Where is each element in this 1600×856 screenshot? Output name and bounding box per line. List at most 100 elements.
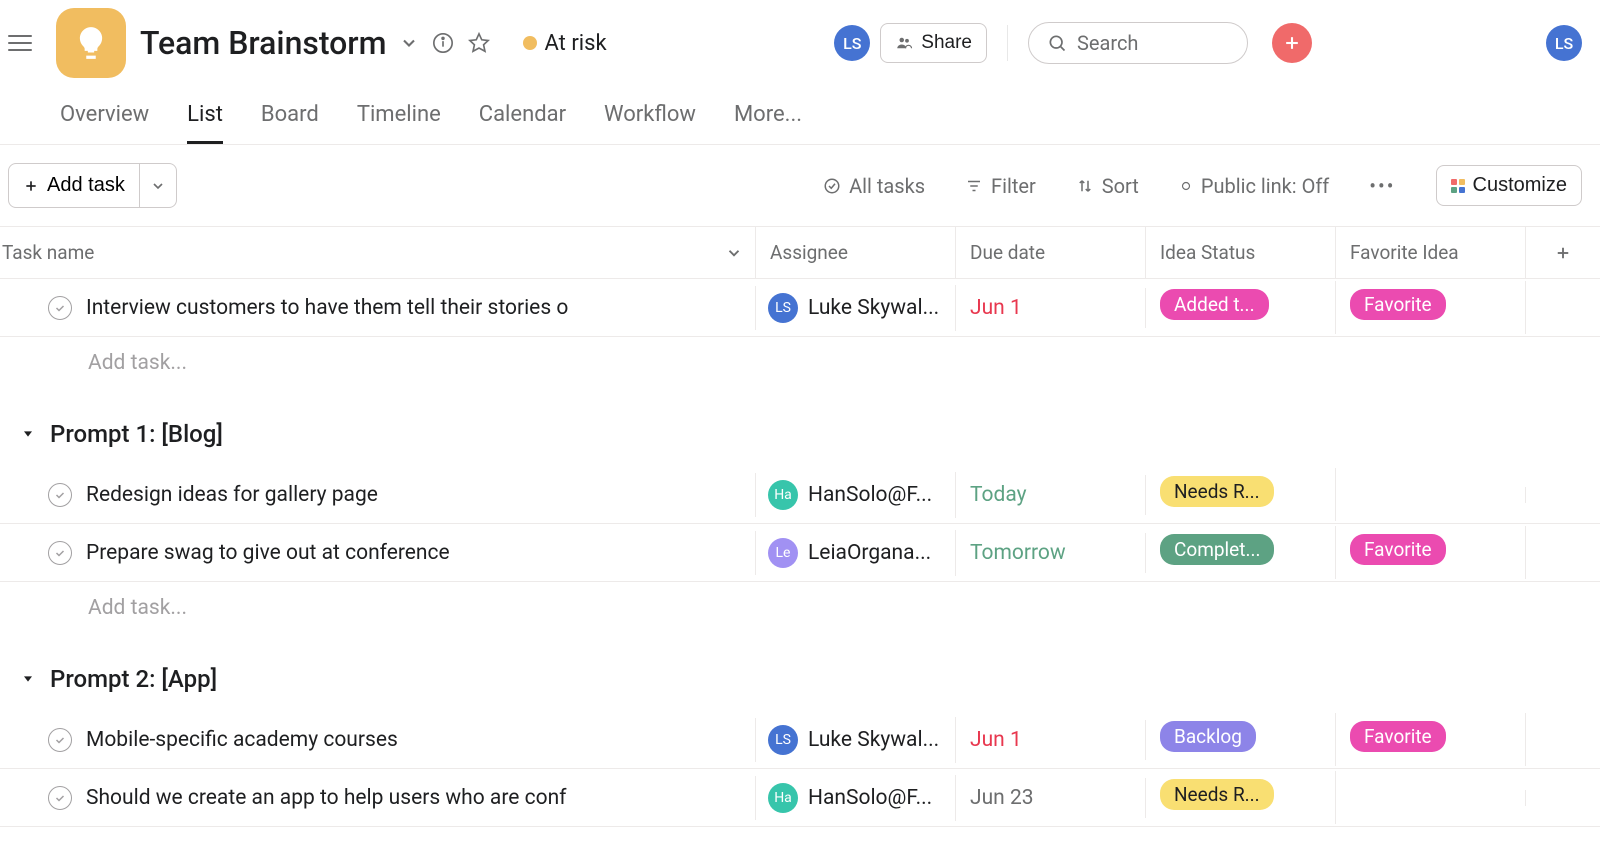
favorite-pill: Favorite: [1350, 721, 1446, 752]
public-link-toggle[interactable]: Public link: Off: [1179, 174, 1329, 198]
assignee-avatar: Ha: [768, 783, 798, 813]
tab-list[interactable]: List: [187, 102, 223, 144]
complete-task-icon[interactable]: [48, 786, 72, 810]
idea-status-pill: Backlog: [1160, 721, 1256, 752]
section-title: Prompt 1: [Blog]: [50, 420, 223, 448]
task-row[interactable]: Interview customers to have them tell th…: [0, 279, 1600, 337]
caret-down-icon: [20, 671, 36, 687]
due-date-cell[interactable]: Jun 1: [956, 720, 1146, 760]
user-avatar[interactable]: LS: [1546, 25, 1582, 61]
status-dot-icon: [523, 36, 537, 50]
view-tabs: Overview List Board Timeline Calendar Wo…: [0, 78, 1600, 145]
assignee-cell[interactable]: Ha HanSolo@F...: [756, 775, 956, 821]
task-row[interactable]: Should we create an app to help users wh…: [0, 769, 1600, 827]
idea-status-pill: Needs R...: [1160, 476, 1274, 507]
tab-more[interactable]: More...: [734, 102, 802, 144]
assignee-cell[interactable]: Ha HanSolo@F...: [756, 472, 956, 518]
caret-down-icon: [20, 426, 36, 442]
section-title: Prompt 2: [App]: [50, 665, 217, 693]
idea-status-cell[interactable]: Needs R...: [1146, 468, 1336, 521]
assignee-cell[interactable]: Le LeiaOrgana...: [756, 530, 956, 576]
tab-workflow[interactable]: Workflow: [604, 102, 696, 144]
grid-icon: [1451, 179, 1465, 193]
assignee-cell[interactable]: LS Luke Skywal...: [756, 285, 956, 331]
assignee-name: HanSolo@F...: [808, 786, 932, 810]
favorite-cell[interactable]: [1336, 790, 1526, 806]
due-date-cell[interactable]: Jun 1: [956, 288, 1146, 328]
task-row[interactable]: Prepare swag to give out at conference L…: [0, 524, 1600, 582]
favorite-pill: Favorite: [1350, 289, 1446, 320]
tab-timeline[interactable]: Timeline: [357, 102, 441, 144]
info-icon[interactable]: [431, 31, 455, 55]
column-assignee[interactable]: Assignee: [756, 227, 956, 278]
tab-board[interactable]: Board: [261, 102, 319, 144]
filter-button[interactable]: Filter: [965, 174, 1036, 198]
search-input[interactable]: Search: [1028, 22, 1248, 64]
favorite-cell[interactable]: Favorite: [1336, 713, 1526, 766]
task-row[interactable]: Redesign ideas for gallery page Ha HanSo…: [0, 466, 1600, 524]
task-name: Interview customers to have them tell th…: [86, 296, 568, 320]
column-task-name[interactable]: Task name: [0, 227, 756, 278]
task-name: Redesign ideas for gallery page: [86, 483, 378, 507]
tab-overview[interactable]: Overview: [60, 102, 149, 144]
assignee-name: LeiaOrgana...: [808, 541, 931, 565]
star-icon[interactable]: [467, 31, 491, 55]
project-icon: [56, 8, 126, 78]
idea-status-pill: Needs R...: [1160, 779, 1274, 810]
favorite-pill: Favorite: [1350, 534, 1446, 565]
assignee-avatar: Le: [768, 538, 798, 568]
complete-task-icon[interactable]: [48, 296, 72, 320]
sort-button[interactable]: Sort: [1076, 174, 1139, 198]
column-header-row: Task name Assignee Due date Idea Status …: [0, 227, 1600, 279]
divider: [1007, 25, 1008, 61]
add-task-dropdown[interactable]: [140, 163, 177, 208]
idea-status-cell[interactable]: Added t...: [1146, 281, 1336, 334]
idea-status-cell[interactable]: Complet...: [1146, 526, 1336, 579]
idea-status-cell[interactable]: Backlog: [1146, 713, 1336, 766]
global-add-button[interactable]: [1272, 23, 1312, 63]
add-task-inline[interactable]: Add task...: [0, 582, 1600, 635]
more-actions-button[interactable]: •••: [1369, 174, 1395, 198]
column-favorite-idea[interactable]: Favorite Idea: [1336, 227, 1526, 278]
customize-button[interactable]: Customize: [1436, 165, 1582, 206]
due-date-cell[interactable]: Jun 23: [956, 778, 1146, 818]
assignee-avatar: Ha: [768, 480, 798, 510]
share-button[interactable]: Share: [880, 23, 987, 63]
status-text: At risk: [545, 31, 607, 56]
complete-task-icon[interactable]: [48, 541, 72, 565]
add-task-inline[interactable]: Add task...: [0, 337, 1600, 390]
task-name: Mobile-specific academy courses: [86, 728, 398, 752]
favorite-cell[interactable]: Favorite: [1336, 281, 1526, 334]
add-task-button[interactable]: Add task: [8, 163, 140, 208]
favorite-cell[interactable]: [1336, 487, 1526, 503]
section-header[interactable]: Prompt 2: [App]: [0, 635, 1600, 711]
column-due-date[interactable]: Due date: [956, 227, 1146, 278]
assignee-name: HanSolo@F...: [808, 483, 932, 507]
complete-task-icon[interactable]: [48, 483, 72, 507]
task-row[interactable]: Mobile-specific academy courses LS Luke …: [0, 711, 1600, 769]
section-header[interactable]: Prompt 1: [Blog]: [0, 390, 1600, 466]
tab-calendar[interactable]: Calendar: [479, 102, 566, 144]
assignee-cell[interactable]: LS Luke Skywal...: [756, 717, 956, 763]
add-column-button[interactable]: [1526, 227, 1600, 278]
all-tasks-filter[interactable]: All tasks: [823, 174, 925, 198]
idea-status-pill: Added t...: [1160, 289, 1269, 320]
assignee-name: Luke Skywal...: [808, 728, 939, 752]
assignee-avatar: LS: [768, 293, 798, 323]
due-date-cell[interactable]: Today: [956, 475, 1146, 515]
complete-task-icon[interactable]: [48, 728, 72, 752]
header: Team Brainstorm At risk LS Share Search …: [0, 0, 1600, 78]
chevron-down-icon[interactable]: [725, 244, 743, 262]
assignee-name: Luke Skywal...: [808, 296, 939, 320]
project-title: Team Brainstorm: [140, 24, 387, 62]
favorite-cell[interactable]: Favorite: [1336, 526, 1526, 579]
idea-status-cell[interactable]: Needs R...: [1146, 771, 1336, 824]
due-date-cell[interactable]: Tomorrow: [956, 533, 1146, 573]
menu-icon[interactable]: [8, 31, 32, 55]
chevron-down-icon[interactable]: [399, 33, 419, 53]
member-avatar[interactable]: LS: [834, 25, 870, 61]
task-name: Prepare swag to give out at conference: [86, 541, 450, 565]
status-indicator[interactable]: At risk: [523, 31, 607, 56]
list-toolbar: Add task All tasks Filter Sort Public li…: [0, 145, 1600, 227]
column-idea-status[interactable]: Idea Status: [1146, 227, 1336, 278]
